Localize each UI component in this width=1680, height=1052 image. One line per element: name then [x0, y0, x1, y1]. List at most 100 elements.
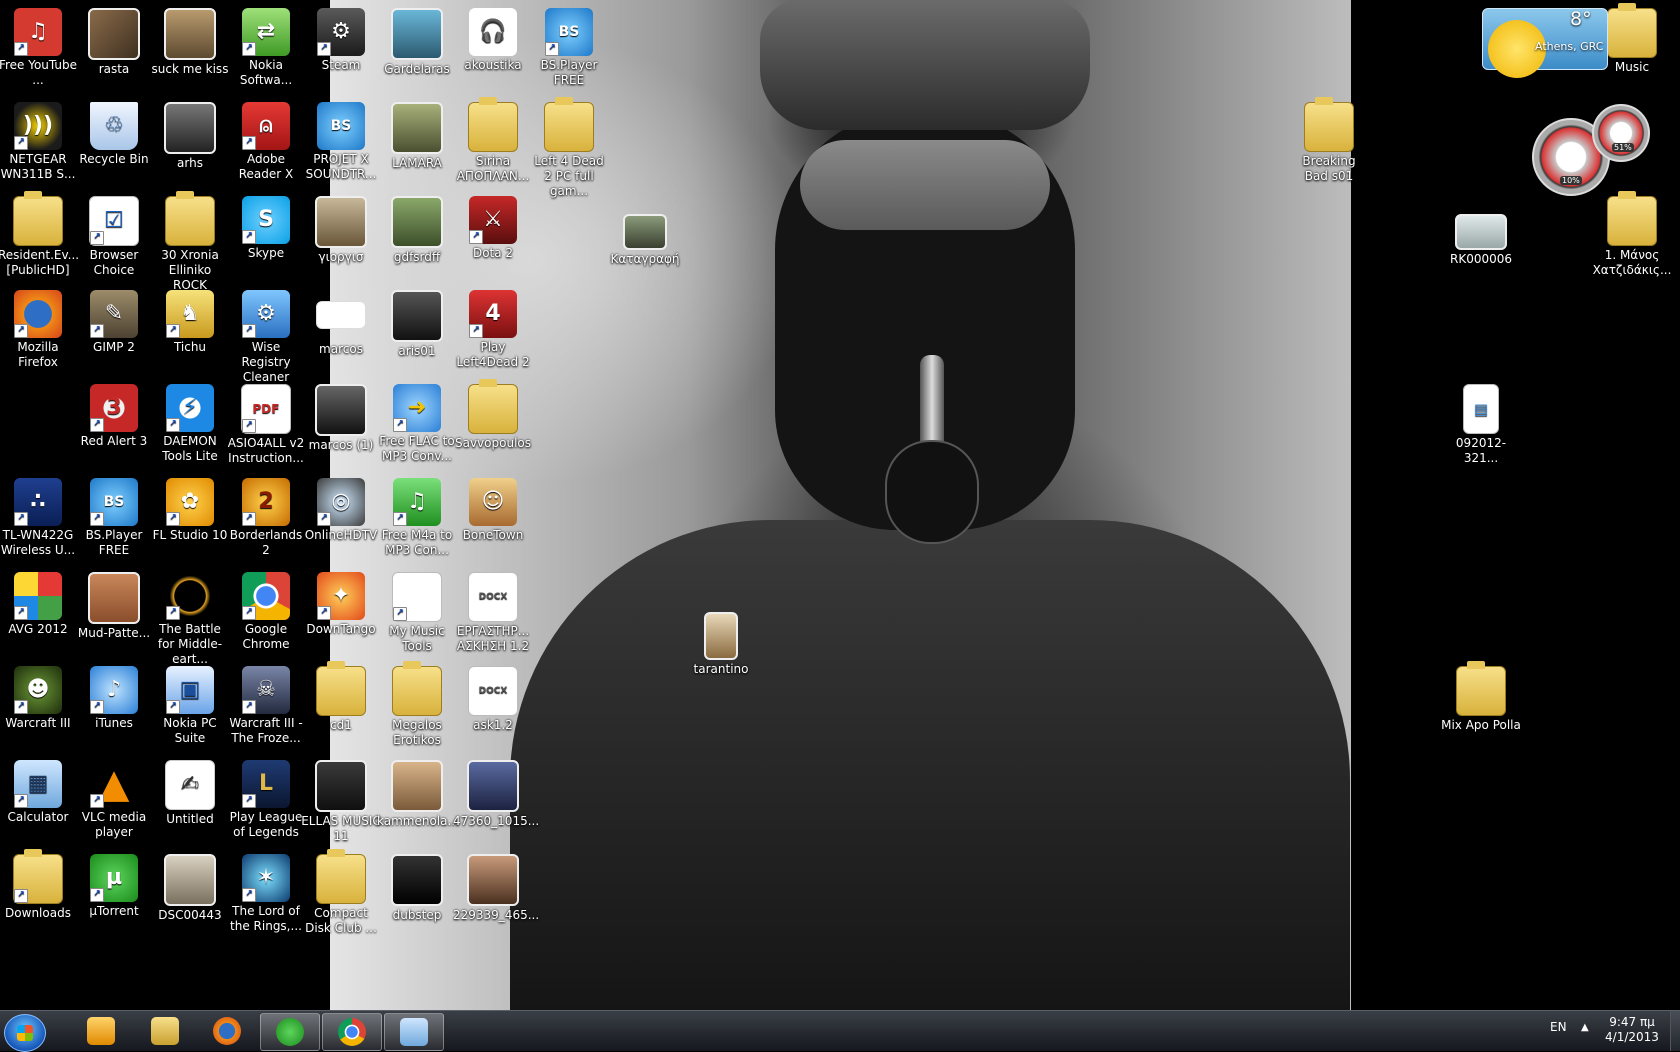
desktop-icon-fl-studio[interactable]: ✿ ↗ FL Studio 10 [152, 478, 228, 543]
desktop-icon-gdfsrdff[interactable]: gdfsrdff [379, 196, 455, 265]
desktop-icon-browser-choice[interactable]: ☑ ↗ Browser Choice [76, 196, 152, 278]
show-hidden-icons-button[interactable]: ▲ [1581, 1022, 1589, 1033]
desktop-icon-tichu[interactable]: ♞ ↗ Tichu [152, 290, 228, 355]
desktop-icon-nokia-software[interactable]: ⇄ ↗ Nokia Softwa... [228, 8, 304, 88]
desktop-icon-firefox[interactable]: ↗ Mozilla Firefox [0, 290, 76, 370]
desktop-icon-mix-apo-polla[interactable]: Mix Apo Polla [1441, 661, 1521, 733]
desktop-icon-rasta[interactable]: rasta [76, 8, 152, 77]
desktop-icon-compact-disk-club[interactable]: Compact Disk Club ... [303, 849, 379, 936]
desktop-icon-229339[interactable]: 229339_465... [453, 854, 539, 923]
desktop-icon-megalos-erotikos[interactable]: Megalos Erotikos [379, 661, 455, 748]
desktop-icon-mud-pattern[interactable]: Mud-Patte... [76, 572, 152, 641]
desktop-icon-vlc[interactable]: ▲ ↗ VLC media player [76, 760, 152, 840]
desktop-icon-suck-me-kiss[interactable]: suck me kiss [152, 8, 228, 77]
desktop-icon-league-of-legends[interactable]: L ↗ Play League of Legends [228, 760, 304, 840]
desktop-icon-projet-x[interactable]: BS PROJET X SOUNDTR... [303, 102, 379, 182]
desktop-icon-aris01[interactable]: aris01 [379, 290, 455, 359]
desktop-icon-calculator[interactable]: ▦ ↗ Calculator [0, 760, 76, 825]
dota-icon: ⚔ ↗ [469, 196, 517, 244]
desktop-icon-dubstep[interactable]: dubstep [379, 854, 455, 923]
desktop-icon-sirina[interactable]: Sirina ΑΠΟΠΛΑΝ... [455, 97, 531, 184]
image-file-icon [391, 196, 443, 248]
desktop-icon-marcos[interactable]: marcos [303, 290, 379, 357]
desktop-icon-wise-registry[interactable]: ⚙ ↗ Wise Registry Cleaner [228, 290, 304, 385]
desktop-icon-itunes[interactable]: ♪ ↗ iTunes [76, 666, 152, 731]
desktop-icon-netgear[interactable]: ))) ↗ NETGEAR WN311B S... [0, 102, 76, 182]
desktop-icon-untitled[interactable]: ✍ Untitled [152, 760, 228, 827]
desktop-icon-warcraft3-frozen[interactable]: ☠ ↗ Warcraft III - The Froze... [228, 666, 304, 746]
taskbar-utorrent[interactable] [260, 1013, 320, 1051]
desktop-icon-free-flac[interactable]: ➜ ↗ Free FLAC to MP3 Conv... [379, 384, 455, 464]
desktop-icon-breaking-bad[interactable]: Breaking Bad s01 [1291, 97, 1367, 184]
lightning-icon: ⚡ ↗ [166, 384, 214, 432]
desktop-icon-free-m4a[interactable]: ♫ ↗ Free M4a to MP3 Con... [379, 478, 455, 558]
desktop-icon-ask12[interactable]: DOCX ask1.2 [455, 666, 531, 733]
desktop-icon-my-music-tools[interactable]: ↗ My Music Tools [379, 572, 455, 654]
desktop-icon-manos-hatzidakis[interactable]: 1. Μάνος Χατζιδάκις... [1593, 191, 1671, 278]
desktop-icon-asio4all[interactable]: PDF ↗ ASIO4ALL v2 Instruction... [228, 384, 304, 466]
folder-icon [544, 97, 594, 152]
desktop-icon-borderlands2[interactable]: 2 ↗ Borderlands 2 [228, 478, 304, 558]
desktop-icon-red-alert-3[interactable]: 3 ↗ Red Alert 3 [76, 384, 152, 449]
desktop-icon-downloads[interactable]: ↗ Downloads [0, 849, 76, 921]
desktop-icon-free-youtube[interactable]: ♫ ↗ Free YouTube ... [0, 8, 77, 88]
desktop-icon-rk000006[interactable]: RK000006 [1443, 214, 1519, 267]
desktop-icon-092012[interactable]: ▤ 092012-321... [1443, 384, 1519, 466]
start-button[interactable] [4, 1014, 46, 1052]
desktop-icon-google-chrome[interactable]: ↗ Google Chrome [228, 572, 304, 652]
desktop-icon-arhs[interactable]: arhs [152, 102, 228, 171]
desktop-icon-tl-wn422g[interactable]: ∴ ↗ TL-WN422G Wireless U... [0, 478, 76, 558]
network-adapter-icon: ∴ ↗ [14, 478, 62, 526]
desktop-icon-bsplayer-2[interactable]: BS ↗ BS.Player FREE [531, 8, 607, 88]
desktop-icon-left4dead2-folder[interactable]: Left 4 Dead 2 PC full gam... [531, 97, 607, 199]
desktop-icon-downtango[interactable]: ✦ ↗ DownTango [303, 572, 379, 637]
desktop-icon-battle-middle-earth[interactable]: ↗ The Battle for Middle-eart... [152, 572, 228, 667]
image-file-icon [467, 854, 519, 906]
clock[interactable]: 9:47 πμ 4/1/2013 [1600, 1015, 1664, 1045]
desktop-icon-skype[interactable]: S ↗ Skype [228, 196, 304, 261]
taskbar-chrome[interactable] [322, 1013, 382, 1051]
desktop-icon-dota2[interactable]: ⚔ ↗ Dota 2 [455, 196, 531, 261]
desktop-icon-avg[interactable]: ↗ AVG 2012 [0, 572, 76, 637]
desktop-icon-bonetown[interactable]: ☺ BoneTown [455, 478, 531, 543]
desktop-icon-nokia-pc-suite[interactable]: ▣ ↗ Nokia PC Suite [152, 666, 228, 746]
desktop-icon-recycle-bin[interactable]: ♲ Recycle Bin [76, 102, 152, 167]
desktop-icon-marcos-1[interactable]: marcos (1) [303, 384, 379, 453]
desktop-icon-steam[interactable]: ⚙ ↗ Steam [303, 8, 379, 73]
desktop-icon-lotr[interactable]: ✶ ↗ The Lord of the Rings,... [228, 854, 304, 934]
desktop-icon-onlinehdtv[interactable]: ◎ ↗ OnlineHDTV [303, 478, 379, 543]
taskbar-media-player[interactable] [72, 1013, 130, 1049]
desktop-icon-akoustika[interactable]: 🎧 akoustika [455, 8, 531, 73]
desktop-icon-47360[interactable]: 47360_1015... [453, 760, 539, 829]
desktop-icon-lamara[interactable]: LAMARA [379, 102, 455, 171]
desktop-icon-gimp[interactable]: ✎ ↗ GIMP 2 [76, 290, 152, 355]
desktop-icon-ellas-music[interactable]: ELLAS MUSIC 11 [301, 760, 381, 844]
memory-meter-gadget[interactable] [1592, 104, 1650, 162]
desktop-icon-tarantino[interactable]: tarantino [683, 612, 759, 677]
desktop-icon-utorrent[interactable]: µ ↗ µTorrent [76, 854, 152, 919]
desktop-icon-giorgis[interactable]: γιοργισ [303, 196, 379, 265]
desktop-icon-daemon-tools[interactable]: ⚡ ↗ DAEMON Tools Lite [152, 384, 228, 464]
desktop-icon-dsc00443[interactable]: DSC00443 [152, 854, 228, 923]
desktop-icon-adobe-reader[interactable]: ⍝ ↗ Adobe Reader X [228, 102, 304, 182]
desktop-icon-ergastirio[interactable]: DOCX ΕΡΓΑΣΤΗΡ... ΑΣΚΗΣΗ 1.2 [455, 572, 531, 654]
desktop-icon-30-xronia[interactable]: 30 Xronia Elliniko ROCK [152, 191, 228, 293]
desktop-icon-resident-evil[interactable]: Resident.Ev... [PublicHD] [0, 191, 79, 278]
show-desktop-button[interactable] [1670, 1011, 1680, 1051]
language-indicator[interactable]: EN [1550, 1020, 1567, 1034]
steam-icon: ⚙ ↗ [317, 8, 365, 56]
image-file-icon [315, 760, 367, 812]
desktop-icon-katagrafi[interactable]: Καταγραφή [607, 214, 683, 267]
taskbar-explorer[interactable] [136, 1013, 194, 1049]
desktop-icon-cd1[interactable]: cd1 [303, 661, 379, 733]
taskbar-paint[interactable] [384, 1013, 444, 1051]
desktop-icon-gardelaras[interactable]: Gardelaras [379, 8, 455, 77]
desktop-icon-bsplayer[interactable]: BS ↗ BS.Player FREE [76, 478, 152, 558]
desktop-icon-kammenola[interactable]: kammenola... [377, 760, 459, 829]
desktop-icon-warcraft3[interactable]: ☻ ↗ Warcraft III [0, 666, 76, 731]
taskbar-firefox[interactable] [198, 1013, 256, 1049]
image-file-icon: ✍ [165, 760, 215, 810]
desktop-icon-left4dead2-play[interactable]: 4 ↗ Play Left4Dead 2 [455, 290, 531, 370]
chrome-icon: ↗ [242, 572, 290, 620]
desktop-icon-savvopoulos[interactable]: Savvopoulos [455, 379, 531, 451]
